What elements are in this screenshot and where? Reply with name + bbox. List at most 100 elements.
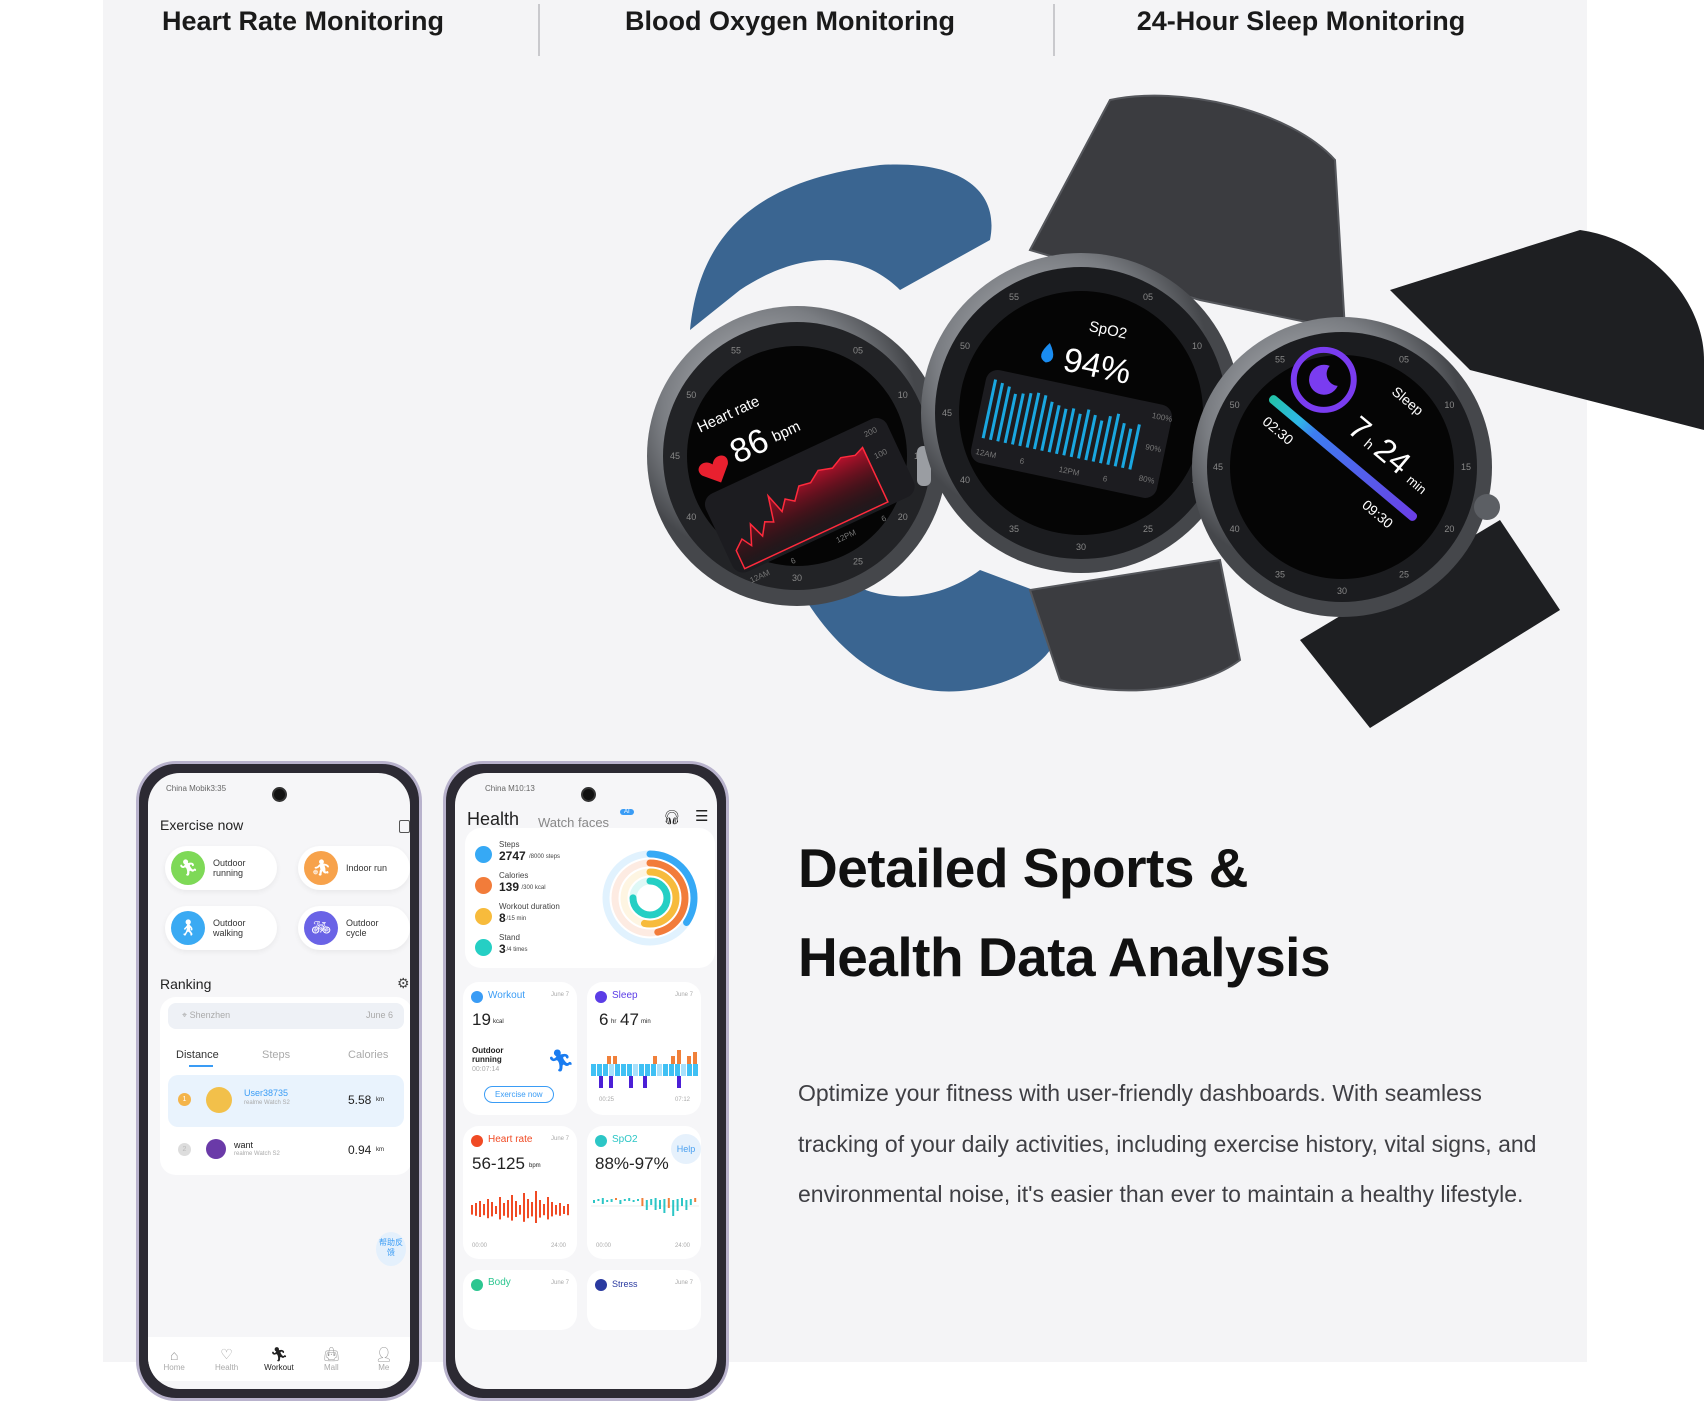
settings-sliders-icon[interactable]: ☰ <box>695 807 708 825</box>
record-icon[interactable] <box>399 820 410 833</box>
sleep-stage-deep <box>643 1076 647 1088</box>
status-bar: China Mobik3:35 <box>166 784 227 793</box>
sleep-stage-light <box>663 1064 668 1076</box>
exercise-outdoor-cycle[interactable]: 🚲︎ Outdoor cycle <box>298 906 410 950</box>
bezel-number: 10 <box>1192 341 1202 351</box>
heart-rate-bar <box>559 1203 561 1216</box>
tab-distance[interactable]: Distance <box>176 1049 219 1061</box>
sleep-stage-light <box>693 1064 698 1076</box>
exercise-outdoor-running[interactable]: 🏃︎ Outdoor running <box>165 846 277 890</box>
heart-rate-card[interactable]: Heart rate June 7 56-125 bpm 00:00 24:00 <box>463 1126 577 1259</box>
tab-steps[interactable]: Steps <box>262 1049 290 1061</box>
spo2-bar <box>689 1199 692 1205</box>
gear-icon[interactable]: ⚙ <box>397 975 410 992</box>
bezel-number: 40 <box>960 475 970 485</box>
spo2-bar <box>667 1198 670 1208</box>
heart-rate-bar <box>555 1205 557 1215</box>
bezel-number: 25 <box>1399 569 1409 579</box>
spo2-bar <box>628 1198 631 1201</box>
heart-rate-bar <box>523 1193 525 1222</box>
exercise-outdoor-walking[interactable]: 🚶︎ Outdoor walking <box>165 906 277 950</box>
user-icon: 👤︎ <box>374 1346 393 1362</box>
spo2-bar <box>606 1200 609 1202</box>
spo2-bar <box>593 1200 595 1203</box>
bezel-number: 35 <box>1275 569 1285 579</box>
heart-rate-bar <box>551 1202 553 1217</box>
heart-rate-bar <box>491 1202 493 1217</box>
spo2-bar <box>694 1198 697 1202</box>
ranking-row[interactable]: 1 User38735 realme Watch S2 5.58 km <box>168 1075 404 1127</box>
nav-home[interactable]: ⌂ Home <box>154 1347 194 1372</box>
sleep-stage-light <box>669 1064 674 1076</box>
sleep-stage-deep <box>677 1076 681 1088</box>
heart-rate-bar <box>567 1204 569 1216</box>
spo2-bar <box>672 1200 675 1216</box>
heart-rate-bar <box>487 1199 489 1219</box>
nav-workout[interactable]: 🏃︎ Workout <box>259 1346 299 1372</box>
heart-rate-bar <box>483 1204 485 1216</box>
exercise-indoor-run[interactable]: ⛹︎ Indoor run <box>298 846 410 890</box>
sleep-stage-awake <box>677 1050 681 1064</box>
bezel-number: 30 <box>792 573 802 583</box>
body-card[interactable]: Body June 7 <box>463 1270 577 1330</box>
treadmill-icon: ⛹︎ <box>304 851 338 885</box>
heart-rate-bar <box>479 1201 481 1217</box>
spo2-bar <box>650 1199 653 1205</box>
tab-health[interactable]: Health <box>467 809 519 830</box>
stress-card[interactable]: Stress June 7 <box>587 1270 701 1330</box>
spo2-bar <box>623 1199 626 1201</box>
ranking-card: ⌖ Shenzhen June 6 Distance Steps Calorie… <box>160 997 410 1175</box>
sleep-stage-awake <box>607 1056 611 1064</box>
help-feedback-button[interactable]: 帮助反馈 <box>376 1232 406 1266</box>
sleep-stage-deep <box>629 1076 633 1088</box>
heart-rate-bar <box>527 1199 529 1219</box>
heart-rate-bar <box>475 1203 477 1216</box>
bezel-number: 50 <box>1230 400 1240 410</box>
nav-mall[interactable]: 👜︎ Mall <box>311 1346 351 1372</box>
heart-rate-bar <box>515 1201 517 1217</box>
phone-health: China M10:13 Health Watch faces AI 🎧︎ ☰ … <box>443 761 729 1401</box>
bezel-number: 30 <box>1337 586 1347 596</box>
heart-rate-bar <box>543 1204 545 1216</box>
help-button[interactable]: Help <box>671 1134 701 1164</box>
sleep-stage-deep <box>599 1076 603 1088</box>
spo2-bar <box>615 1198 617 1200</box>
spo2-card[interactable]: SpO2 Help 88%-97% 00:00 24:00 <box>587 1126 701 1259</box>
activity-rings <box>602 850 698 946</box>
tab-calories[interactable]: Calories <box>348 1049 388 1061</box>
nav-me[interactable]: 👤︎ Me <box>364 1346 404 1372</box>
tab-indicator <box>189 1065 213 1067</box>
bezel-number: 10 <box>898 390 908 400</box>
spo2-bar <box>681 1198 683 1206</box>
ranking-row[interactable]: 2 want realme Watch S2 0.94 km <box>168 1131 404 1171</box>
activity-card[interactable]: Steps 2747/8000 steps Calories 139/300 kcal… <box>465 828 715 968</box>
home-icon: ⌂ <box>169 1346 179 1363</box>
workout-icon: 🏃︎ <box>270 1346 288 1362</box>
sleep-stage-light <box>591 1064 596 1076</box>
bezel-number: 25 <box>1143 524 1153 534</box>
ranking-date: June 6 <box>366 1010 394 1020</box>
nav-health[interactable]: ♡ Health <box>207 1346 247 1372</box>
sleep-card[interactable]: Sleep June 7 6 hr 47 min 00:25 07:12 <box>587 982 701 1115</box>
description-paragraph: Optimize your fitness with user-friendly… <box>798 1080 1537 1207</box>
heart-rate-bar <box>535 1191 537 1223</box>
heart-rate-bar <box>511 1195 513 1221</box>
bezel-number: 35 <box>1009 524 1019 534</box>
workout-card[interactable]: Workout June 7 19 kcal Outdoor running 0… <box>463 982 577 1115</box>
sleep-stage-light <box>681 1064 686 1076</box>
watches-image: 0510152025303540455055 Heart rate 86 bpm… <box>647 94 1704 728</box>
bezel-number: 40 <box>1230 524 1240 534</box>
running-icon: 🏃︎ <box>547 1048 575 1073</box>
heart-rate-bar <box>519 1205 521 1215</box>
heart-rate-bar <box>563 1206 565 1214</box>
sleep-stage-chart <box>591 1050 698 1088</box>
sleep-stage-awake <box>613 1056 617 1064</box>
headphones-icon[interactable]: 🎧︎ <box>663 809 681 826</box>
spo2-bar <box>645 1200 648 1210</box>
heart-rate-chart <box>471 1191 569 1223</box>
exercise-title: Exercise now <box>160 817 244 833</box>
activity-icon <box>475 908 492 925</box>
exercise-now-button[interactable]: Exercise now <box>484 1086 554 1103</box>
camera <box>581 787 596 802</box>
sleep-stage-light <box>657 1064 662 1076</box>
